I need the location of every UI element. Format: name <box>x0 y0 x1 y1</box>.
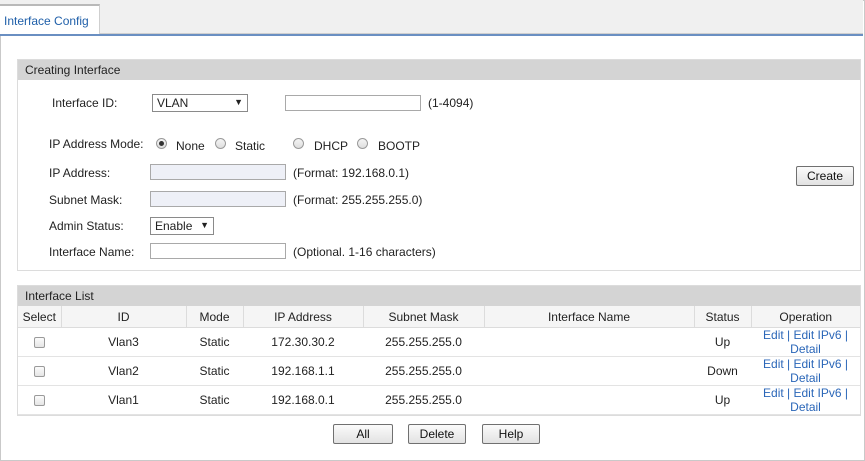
admin-status-select[interactable]: Enable ▼ <box>150 217 214 235</box>
mode-bootp-label: BOOTP <box>378 139 421 153</box>
create-button[interactable]: Create <box>796 166 854 186</box>
ops-separator: | <box>783 386 794 400</box>
row-select-checkbox[interactable] <box>34 366 45 378</box>
delete-button[interactable]: Delete <box>408 424 466 444</box>
row-status: Down <box>694 356 751 386</box>
ip-mode-label: IP Address Mode: <box>49 137 144 151</box>
table-row: Vlan3 Static 172.30.30.2 255.255.255.0 U… <box>18 327 860 357</box>
mode-none-label: None <box>176 139 205 153</box>
tab-bar: Interface Config <box>0 0 863 34</box>
row-name <box>484 356 694 386</box>
col-mode: Mode <box>186 306 244 328</box>
col-operation: Operation <box>751 306 860 328</box>
all-button[interactable]: All <box>333 424 393 444</box>
dropdown-arrow-icon: ▼ <box>234 97 243 107</box>
interface-type-value: VLAN <box>157 96 189 110</box>
row-id: Vlan2 <box>61 356 186 386</box>
mode-static-radio[interactable] <box>215 138 226 149</box>
row-mask: 255.255.255.0 <box>363 327 484 357</box>
ip-address-input[interactable] <box>150 164 286 180</box>
edit-ipv6-link[interactable]: Edit IPv6 <box>794 328 842 342</box>
interface-table: Select ID Mode IP Address Subnet Mask In… <box>18 306 860 415</box>
creating-interface-title: Creating Interface <box>18 60 860 80</box>
tab-interface-config[interactable]: Interface Config <box>0 4 100 34</box>
row-select-checkbox[interactable] <box>34 337 45 349</box>
ops-separator: | <box>783 357 794 371</box>
row-mode: Static <box>186 385 243 415</box>
creating-interface-panel: Creating Interface <box>17 59 861 271</box>
row-id: Vlan3 <box>61 327 186 357</box>
col-select: Select <box>18 306 62 328</box>
help-button[interactable]: Help <box>482 424 540 444</box>
mode-dhcp-label: DHCP <box>314 139 349 153</box>
interface-id-hint: (1-4094) <box>428 96 474 110</box>
row-status: Up <box>694 385 751 415</box>
row-name <box>484 385 694 415</box>
detail-link[interactable]: Detail <box>790 371 821 385</box>
row-operations: Edit | Edit IPv6 | Detail <box>751 385 860 415</box>
row-name <box>484 327 694 357</box>
col-interface-name: Interface Name <box>484 306 695 328</box>
col-id: ID <box>61 306 187 328</box>
ops-separator: | <box>841 357 848 371</box>
interface-name-input[interactable] <box>150 243 286 259</box>
mode-dhcp-radio[interactable] <box>293 138 304 149</box>
dropdown-arrow-icon: ▼ <box>200 220 209 230</box>
interface-name-label: Interface Name: <box>49 245 135 259</box>
interface-list-panel: Interface List Select ID Mode IP Address… <box>17 285 861 416</box>
edit-ipv6-link[interactable]: Edit IPv6 <box>794 357 842 371</box>
row-operations: Edit | Edit IPv6 | Detail <box>751 327 860 357</box>
row-operations: Edit | Edit IPv6 | Detail <box>751 356 860 386</box>
table-row: Vlan1 Static 192.168.0.1 255.255.255.0 U… <box>18 385 860 415</box>
mode-bootp-radio[interactable] <box>357 138 368 149</box>
mode-static-label: Static <box>235 139 266 153</box>
row-select-checkbox[interactable] <box>34 395 45 407</box>
ip-address-label: IP Address: <box>49 166 111 180</box>
interface-name-hint: (Optional. 1-16 characters) <box>293 245 436 259</box>
row-mask: 255.255.255.0 <box>363 385 484 415</box>
subnet-mask-hint: (Format: 255.255.255.0) <box>293 193 423 207</box>
table-row: Vlan2 Static 192.168.1.1 255.255.255.0 D… <box>18 356 860 386</box>
detail-link[interactable]: Detail <box>790 342 821 356</box>
row-mode: Static <box>186 356 243 386</box>
admin-status-value: Enable <box>155 219 193 233</box>
col-subnet-mask: Subnet Mask <box>363 306 485 328</box>
admin-status-label: Admin Status: <box>49 219 124 233</box>
tab-label: Interface Config <box>4 14 89 28</box>
edit-ipv6-link[interactable]: Edit IPv6 <box>794 386 842 400</box>
interface-id-label: Interface ID: <box>52 96 118 110</box>
tab-underline <box>0 34 863 36</box>
detail-link[interactable]: Detail <box>790 400 821 414</box>
ops-separator: | <box>841 328 848 342</box>
subnet-mask-input[interactable] <box>150 191 286 207</box>
interface-type-select[interactable]: VLAN ▼ <box>152 94 248 112</box>
row-ip: 192.168.1.1 <box>243 356 363 386</box>
row-ip: 172.30.30.2 <box>243 327 363 357</box>
col-status: Status <box>694 306 752 328</box>
row-ip: 192.168.0.1 <box>243 385 363 415</box>
ops-separator: | <box>841 386 848 400</box>
edit-link[interactable]: Edit <box>763 386 784 400</box>
ops-separator: | <box>783 328 794 342</box>
subnet-mask-label: Subnet Mask: <box>49 193 123 207</box>
col-ip-address: IP Address <box>243 306 364 328</box>
row-mask: 255.255.255.0 <box>363 356 484 386</box>
mode-none-radio[interactable] <box>156 138 167 149</box>
edit-link[interactable]: Edit <box>763 357 784 371</box>
ip-address-hint: (Format: 192.168.0.1) <box>293 166 410 180</box>
interface-id-input[interactable] <box>285 95 421 111</box>
interface-list-title: Interface List <box>18 286 860 306</box>
edit-link[interactable]: Edit <box>763 328 784 342</box>
row-mode: Static <box>186 327 243 357</box>
table-header: Select ID Mode IP Address Subnet Mask In… <box>18 306 860 328</box>
row-status: Up <box>694 327 751 357</box>
row-id: Vlan1 <box>61 385 186 415</box>
